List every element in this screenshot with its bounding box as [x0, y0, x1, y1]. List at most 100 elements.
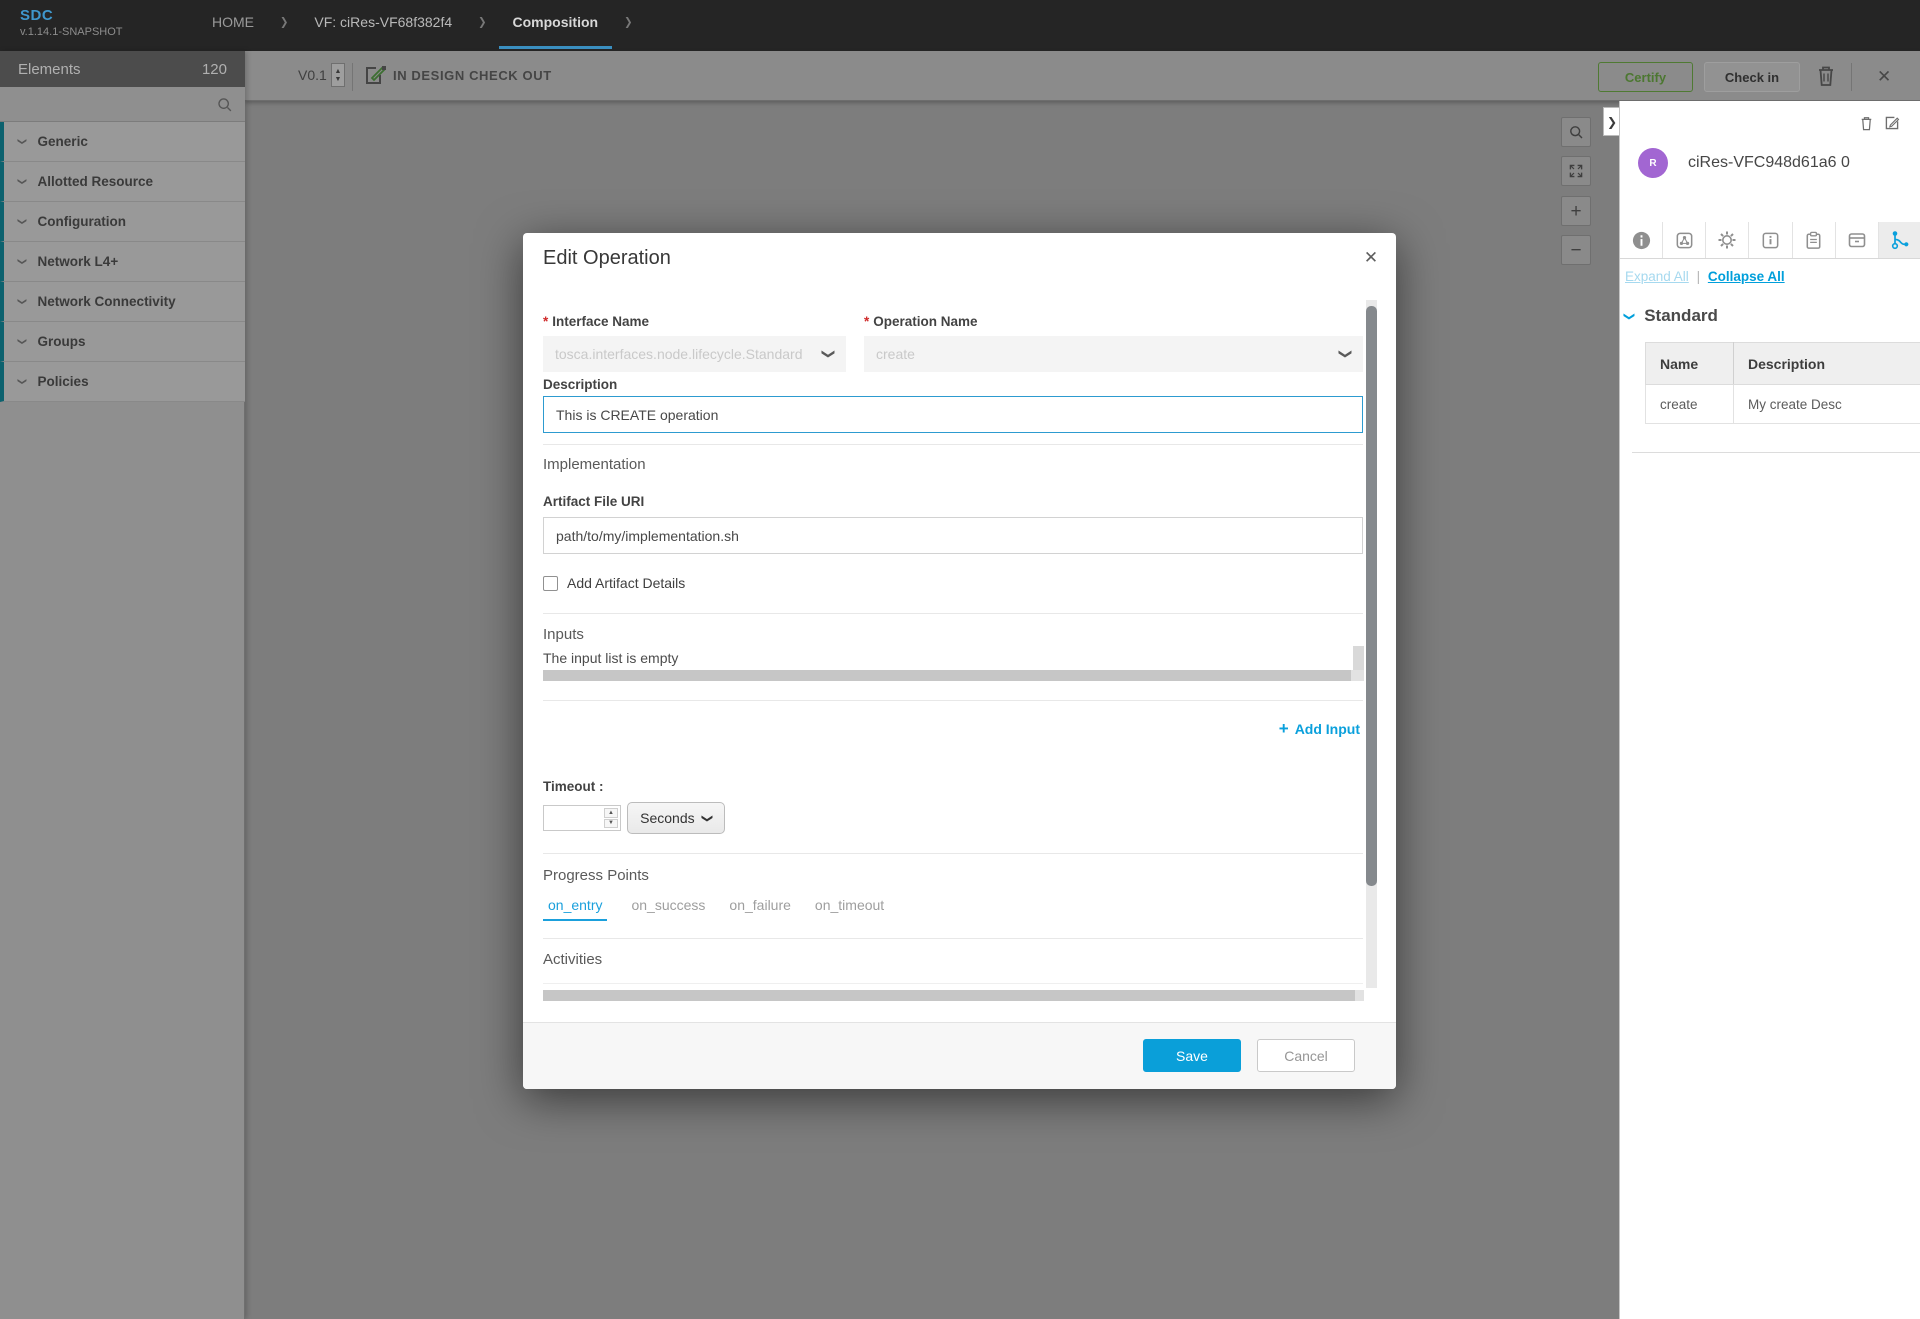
info-filled-icon: [1631, 230, 1652, 251]
activities-horizontal-scrollbar[interactable]: [543, 990, 1364, 1001]
timeout-label: Timeout :: [543, 779, 604, 794]
checkin-button[interactable]: Check in: [1704, 62, 1800, 92]
add-artifact-details-checkbox[interactable]: Add Artifact Details: [543, 575, 685, 591]
zoom-in-button[interactable]: +: [1561, 196, 1591, 226]
tab-information[interactable]: [1620, 222, 1663, 258]
app-version: v.1.14.1-SNAPSHOT: [20, 27, 123, 38]
elements-sidebar: Elements 120 ❯ Generic ❯ Allotted Resour…: [0, 51, 245, 1319]
divider: [543, 853, 1363, 854]
breadcrumb-vf[interactable]: VF: ciRes-VF68f382f4: [314, 14, 452, 30]
tab-composition[interactable]: [1663, 222, 1706, 258]
info-square-icon: [1760, 230, 1781, 251]
chevron-down-icon: ❯: [16, 378, 27, 386]
sdc-composition-screen: SDC v.1.14.1-SNAPSHOT HOME ❯ VF: ciRes-V…: [0, 0, 1920, 1319]
tab-settings[interactable]: [1706, 222, 1749, 258]
progress-points-tabs: on_entry on_success on_failure on_timeou…: [548, 897, 884, 921]
scrollbar-thumb[interactable]: [543, 670, 1351, 681]
inputs-list-scrollbar[interactable]: [1353, 646, 1364, 670]
tab-on-failure[interactable]: on_failure: [729, 897, 791, 921]
standard-section-header[interactable]: ❯ Standard: [1625, 306, 1718, 326]
app-header: SDC v.1.14.1-SNAPSHOT HOME ❯ VF: ciRes-V…: [0, 0, 1920, 51]
breadcrumb: HOME ❯ VF: ciRes-VF68f382f4 ❯ Compositio…: [212, 0, 632, 44]
divider: [543, 613, 1363, 614]
app-logo[interactable]: SDC v.1.14.1-SNAPSHOT: [20, 8, 123, 38]
save-button[interactable]: Save: [1143, 1039, 1241, 1072]
clipboard-icon: [1803, 230, 1824, 251]
table-row[interactable]: create My create Desc: [1646, 385, 1920, 424]
checkbox-icon: [543, 576, 558, 591]
cell-operation-description: My create Desc: [1734, 385, 1920, 424]
chevron-down-icon: ❯: [1623, 311, 1636, 320]
divider: [543, 983, 1363, 984]
archive-icon: [1846, 229, 1868, 251]
sidebar-item-allotted-resource[interactable]: ❯ Allotted Resource: [0, 162, 245, 202]
elements-title: Elements: [18, 61, 81, 78]
progress-points-title: Progress Points: [543, 867, 649, 884]
divider: [543, 444, 1363, 445]
collapse-all-link[interactable]: Collapse All: [1708, 269, 1785, 284]
edit-component-icon[interactable]: [1884, 115, 1900, 132]
lifecycle-status-text: IN DESIGN CHECK OUT: [393, 68, 552, 83]
breadcrumb-home[interactable]: HOME: [212, 14, 254, 30]
chevron-down-icon: ❯: [16, 138, 27, 146]
sidebar-item-groups[interactable]: ❯ Groups: [0, 322, 245, 362]
sidebar-item-network-connectivity[interactable]: ❯ Network Connectivity: [0, 282, 245, 322]
section-divider: [1632, 452, 1920, 453]
operation-name-dropdown[interactable]: create ❯: [864, 336, 1363, 372]
interface-name-label: *Interface Name: [543, 314, 649, 329]
expand-all-link[interactable]: Expand All: [1625, 269, 1689, 284]
sidebar-item-network-l4[interactable]: ❯ Network L4+: [0, 242, 245, 282]
scrollbar-thumb[interactable]: [1366, 306, 1377, 886]
cell-operation-name: create: [1646, 385, 1734, 424]
operation-name-label: *Operation Name: [864, 314, 978, 329]
chevron-down-icon: ❯: [16, 338, 27, 346]
inputs-empty-message: The input list is empty: [543, 650, 678, 666]
description-input[interactable]: This is CREATE operation: [543, 396, 1363, 433]
tab-on-timeout[interactable]: on_timeout: [815, 897, 884, 921]
component-name: ciRes-VFC948d61a6 0: [1688, 154, 1850, 172]
inputs-horizontal-scrollbar[interactable]: [543, 670, 1364, 681]
version-label: V0.1: [298, 67, 327, 83]
tab-info-properties[interactable]: [1749, 222, 1792, 258]
modal-close-icon[interactable]: ✕: [1360, 247, 1382, 269]
timeout-stepper[interactable]: ▲ ▼: [604, 808, 618, 828]
stepper-up-icon: ▲: [604, 808, 618, 818]
component-avatar: R: [1638, 148, 1668, 178]
col-description: Description: [1734, 343, 1920, 385]
cancel-button[interactable]: Cancel: [1257, 1039, 1355, 1072]
section-title: Standard: [1644, 306, 1718, 326]
checkout-status-icon: [363, 63, 388, 88]
sidebar-item-configuration[interactable]: ❯ Configuration: [0, 202, 245, 242]
elements-search[interactable]: [0, 87, 245, 122]
scrollbar-thumb[interactable]: [543, 990, 1355, 1001]
version-dropdown[interactable]: ▲ ▼: [331, 63, 345, 87]
canvas-search-button[interactable]: [1561, 117, 1591, 147]
timeout-unit-dropdown[interactable]: Seconds ❯: [627, 802, 725, 834]
tab-on-entry[interactable]: on_entry: [543, 897, 607, 921]
timeout-input[interactable]: ▲ ▼: [543, 805, 621, 831]
tab-requirements[interactable]: [1793, 222, 1836, 258]
chevron-down-icon: ❯: [16, 178, 27, 186]
close-workspace-icon[interactable]: ✕: [1877, 67, 1891, 87]
artifact-uri-input[interactable]: path/to/my/implementation.sh: [543, 517, 1363, 554]
component-details-panel: R ciRes-VFC948d61a6 0: [1619, 101, 1920, 1319]
sidebar-item-policies[interactable]: ❯ Policies: [0, 362, 245, 402]
sidebar-item-generic[interactable]: ❯ Generic: [0, 122, 245, 162]
panel-collapse-button[interactable]: ❯: [1603, 107, 1620, 136]
artifact-uri-label: Artifact File URI: [543, 494, 644, 509]
breadcrumb-composition[interactable]: Composition: [513, 14, 599, 30]
add-input-button[interactable]: + Add Input: [1279, 720, 1360, 737]
chevron-down-icon: ❯: [16, 258, 27, 266]
interface-name-dropdown[interactable]: tosca.interfaces.node.lifecycle.Standard…: [543, 336, 846, 372]
zoom-out-button[interactable]: −: [1561, 235, 1591, 265]
stepper-down-icon: ▼: [335, 76, 342, 83]
tab-on-success[interactable]: on_success: [631, 897, 705, 921]
modal-scrollbar[interactable]: [1366, 300, 1377, 988]
tab-operations[interactable]: [1879, 222, 1920, 258]
certify-button[interactable]: Certify: [1598, 62, 1693, 92]
delete-component-icon[interactable]: [1859, 115, 1874, 132]
tab-artifacts[interactable]: [1836, 222, 1879, 258]
delete-icon[interactable]: [1815, 64, 1837, 88]
canvas-fullscreen-button[interactable]: [1561, 156, 1591, 186]
divider: [543, 700, 1363, 701]
